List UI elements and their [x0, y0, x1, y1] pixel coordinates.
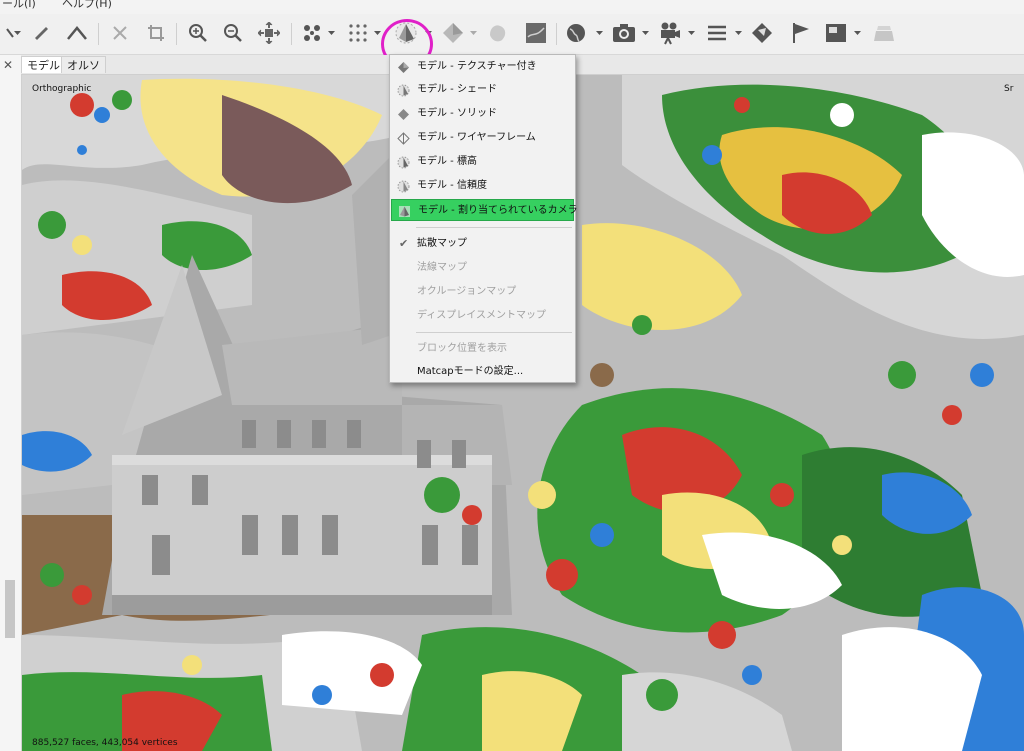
model-stats: 885,527 faces, 443,054 vertices: [32, 738, 178, 748]
zoom-out-icon[interactable]: [220, 20, 246, 46]
menu-separator: [416, 227, 572, 228]
confidence-model-icon: [397, 180, 410, 193]
model-solid-icon[interactable]: [440, 20, 466, 46]
textured-model-icon: [398, 62, 409, 73]
globe-icon[interactable]: [563, 20, 589, 46]
toolbar-separator: [556, 23, 557, 45]
menu-item-label: ディスプレイスメントマップ: [417, 310, 546, 321]
menu-item-show-block-positions: ブロック位置を表示: [391, 338, 574, 360]
menu-item-matcap-settings[interactable]: Matcapモードの設定...: [391, 361, 574, 383]
chevron-down-icon[interactable]: [468, 20, 478, 46]
chevron-down-icon[interactable]: [686, 20, 696, 46]
toolbar: [0, 14, 1024, 69]
markers-icon[interactable]: [749, 20, 775, 46]
image-icon[interactable]: [823, 20, 849, 46]
menu-item-label: オクルージョンマップ: [417, 286, 517, 297]
menu-item-diffuse-map[interactable]: ✔ 拡散マップ: [391, 233, 574, 255]
assigned-cameras-model-icon: [399, 206, 410, 217]
tiled-model-icon[interactable]: [485, 20, 511, 46]
chevron-down-icon[interactable]: [326, 20, 336, 46]
menu-item-label: モデル - テクスチャー付き: [417, 61, 537, 72]
ruler-icon[interactable]: [28, 20, 54, 46]
menu-item-model-textured[interactable]: モデル - テクスチャー付き: [391, 56, 574, 78]
chevron-down-icon[interactable]: [594, 20, 604, 46]
menu-tools[interactable]: ール(I): [2, 0, 36, 11]
chevron-down-icon[interactable]: [372, 20, 382, 46]
model-textured-icon[interactable]: [393, 20, 419, 46]
menu-item-model-shaded[interactable]: モデル - シェード: [391, 79, 574, 101]
flag-icon[interactable]: [788, 20, 814, 46]
menu-item-model-assigned-cameras[interactable]: モデル - 割り当てられているカメラ: [391, 199, 578, 221]
zoom-in-icon[interactable]: [185, 20, 211, 46]
menu-item-label: モデル - ワイヤーフレーム: [417, 132, 536, 143]
chevron-down-icon[interactable]: [423, 20, 433, 46]
menu-item-label: 法線マップ: [417, 262, 467, 273]
menubar: ール(I) ヘルプ(H): [0, 0, 1024, 14]
menu-item-displacement-map: ディスプレイスメントマップ: [391, 305, 574, 327]
menu-item-model-elevation[interactable]: モデル - 標高: [391, 151, 574, 173]
chevron-down-icon[interactable]: [640, 20, 650, 46]
solid-model-icon: [398, 109, 409, 120]
menu-item-label: Matcapモードの設定...: [417, 366, 524, 377]
menu-item-model-solid[interactable]: モデル - ソリッド: [391, 103, 574, 125]
menu-help[interactable]: ヘルプ(H): [62, 0, 112, 11]
corner-label: Sr: [1004, 84, 1014, 94]
menu-item-label: モデル - 標高: [417, 156, 477, 167]
menu-item-label: モデル - 信頼度: [417, 180, 487, 191]
chevron-down-icon[interactable]: [12, 20, 22, 46]
camera-icon[interactable]: [611, 20, 637, 46]
toolbar-separator: [98, 23, 99, 45]
menu-item-model-wireframe[interactable]: モデル - ワイヤーフレーム: [391, 127, 574, 149]
model-view-dropdown-menu: モデル - テクスチャー付き モデル - シェード モデル - ソリッド モデル…: [389, 54, 578, 383]
delete-icon[interactable]: [107, 20, 133, 46]
menu-item-label: モデル - 割り当てられているカメラ: [418, 205, 578, 216]
chevron-down-icon[interactable]: [733, 20, 743, 46]
angle-icon[interactable]: [64, 20, 90, 46]
toolbar-separator: [176, 23, 177, 45]
check-icon: ✔: [399, 237, 409, 250]
dem-icon[interactable]: [523, 20, 549, 46]
tab-model[interactable]: モデル: [21, 56, 66, 73]
wireframe-model-icon: [397, 132, 410, 145]
menu-item-label: モデル - シェード: [417, 84, 497, 95]
shaded-model-icon: [397, 84, 410, 97]
menu-separator: [416, 332, 572, 333]
menu-item-normal-map: 法線マップ: [391, 257, 574, 279]
menu-item-label: 拡散マップ: [417, 238, 467, 249]
close-icon[interactable]: ✕: [3, 58, 13, 72]
menu-item-occlusion-map: オクルージョンマップ: [391, 281, 574, 303]
side-panel-strip: ✕: [0, 55, 22, 751]
menu-item-label: ブロック位置を表示: [417, 343, 507, 354]
video-camera-icon[interactable]: [657, 20, 683, 46]
menu-item-model-confidence[interactable]: モデル - 信頼度: [391, 175, 574, 197]
crop-icon[interactable]: [143, 20, 169, 46]
tab-ortho[interactable]: オルソ: [61, 56, 106, 73]
layers-icon[interactable]: [871, 20, 897, 46]
toolbar-separator: [291, 23, 292, 45]
chevron-down-icon[interactable]: [852, 20, 862, 46]
elevation-model-icon: [397, 156, 410, 169]
dense-cloud-icon[interactable]: [345, 20, 371, 46]
projection-label: Orthographic: [32, 84, 92, 94]
shapes-icon[interactable]: [704, 20, 730, 46]
menu-item-label: モデル - ソリッド: [417, 108, 497, 119]
scrollbar-thumb[interactable]: [5, 580, 15, 638]
point-cloud-icon[interactable]: [299, 20, 325, 46]
fit-view-icon[interactable]: [256, 20, 282, 46]
